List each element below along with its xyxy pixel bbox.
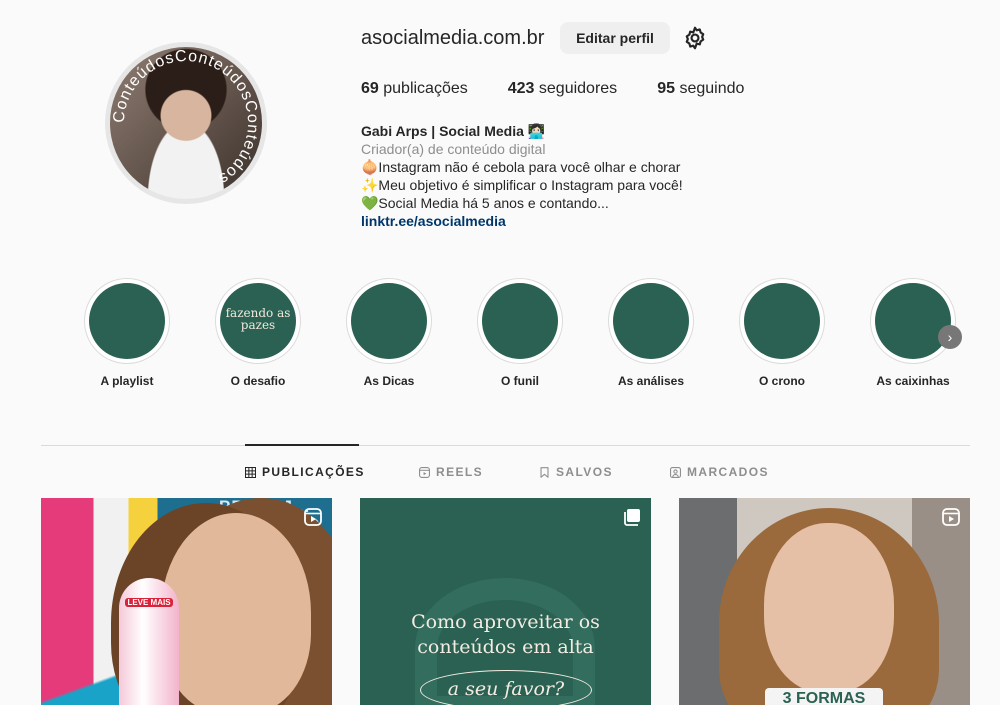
svg-text:ConteúdosConteúdosConteúdos: ConteúdosConteúdosConteúdos <box>111 48 261 188</box>
post-thumbnail[interactable]: Como aproveitar os conteúdos em alta a s… <box>360 498 651 705</box>
tab-reels[interactable]: REELS <box>419 465 483 479</box>
tab-marcados[interactable]: MARCADOS <box>670 465 769 479</box>
product-label: LEVE MAIS <box>125 598 173 607</box>
post-product-image: LEVE MAIS <box>119 578 179 705</box>
highlight-analises[interactable]: As análises <box>608 278 694 388</box>
tab-publicacoes[interactable]: PUBLICAÇÕES <box>245 465 365 479</box>
bio-name: Gabi Arps | Social Media 👩🏻‍💻 <box>361 123 546 139</box>
edit-profile-button[interactable]: Editar perfil <box>560 22 670 54</box>
reels-icon <box>942 508 960 526</box>
highlight-label: O crono <box>758 374 805 388</box>
profile-stats: 69 publicações 423 seguidores 95 seguind… <box>361 80 744 98</box>
tagged-icon <box>670 466 681 478</box>
tab-salvos[interactable]: SALVOS <box>539 465 613 479</box>
bio-line: 🧅Instagram não é cebola para você olhar … <box>361 159 681 175</box>
active-tab-indicator <box>245 444 359 446</box>
bio-line: ✨Meu objetivo é simplificar o Instagram … <box>361 177 683 193</box>
highlight-desafio[interactable]: fazendo as pazes O desafio <box>215 278 301 388</box>
highlight-label: As análises <box>617 374 685 388</box>
highlight-playlist[interactable]: A playlist <box>84 278 170 388</box>
avatar-image: ConteúdosConteúdosConteúdos <box>110 47 262 199</box>
post-caption-text: Como aproveitar os conteúdos em alta <box>411 611 600 658</box>
highlight-label: O funil <box>501 374 539 388</box>
post-face-image <box>764 523 894 693</box>
avatar-ring-text: ConteúdosConteúdosConteúdos <box>111 48 261 188</box>
highlight-label: As caixinhas <box>876 374 950 388</box>
grid-icon <box>245 466 256 478</box>
post-label: 3 FORMAS <box>765 688 883 705</box>
bio-category: Criador(a) de conteúdo digital <box>361 141 546 157</box>
profile-avatar[interactable]: ConteúdosConteúdosConteúdos <box>105 42 267 204</box>
reels-icon <box>419 466 430 478</box>
tabs-divider <box>41 445 970 446</box>
highlight-cover <box>351 283 427 359</box>
highlight-cover <box>482 283 558 359</box>
chevron-right-icon[interactable]: › <box>938 325 962 349</box>
profile-username: asocialmedia.com.br <box>361 27 545 49</box>
bookmark-icon <box>540 466 549 478</box>
following-link[interactable]: 95 seguindo <box>657 80 744 98</box>
highlight-cover <box>613 283 689 359</box>
highlight-label: O desafio <box>230 374 286 388</box>
bio-link[interactable]: linktr.ee/asocialmedia <box>361 212 683 230</box>
highlight-cover <box>89 283 165 359</box>
highlight-cover-text: fazendo as pazes <box>225 306 291 332</box>
post-thumbnail[interactable]: PROTEJ... QUANDO O C... ABANDONA LEVE MA… <box>41 498 332 705</box>
profile-bio: Gabi Arps | Social Media 👩🏻‍💻 Criador(a)… <box>361 122 683 230</box>
highlight-cover: fazendo as pazes <box>220 283 296 359</box>
reels-icon <box>304 508 322 526</box>
posts-count: 69 publicações <box>361 80 468 97</box>
highlight-dicas[interactable]: As Dicas <box>346 278 432 388</box>
story-highlights: A playlist fazendo as pazes O desafio As… <box>84 278 964 398</box>
post-caption-highlight: a seu favor? <box>420 670 592 705</box>
highlight-label: A playlist <box>100 374 154 388</box>
highlight-caixinhas[interactable]: As caixinhas <box>870 278 956 388</box>
carousel-icon <box>624 509 640 526</box>
post-person-image <box>161 513 311 705</box>
highlight-funil[interactable]: O funil <box>477 278 563 388</box>
followers-link[interactable]: 423 seguidores <box>508 80 617 98</box>
highlight-label: As Dicas <box>363 374 415 388</box>
bio-line: 💚Social Media há 5 anos e contando... <box>361 195 609 211</box>
highlight-cover <box>875 283 951 359</box>
settings-gear-icon[interactable] <box>682 25 708 51</box>
highlight-crono[interactable]: O crono <box>739 278 825 388</box>
highlight-cover <box>744 283 820 359</box>
post-thumbnail[interactable]: 3 FORMAS <box>679 498 970 705</box>
